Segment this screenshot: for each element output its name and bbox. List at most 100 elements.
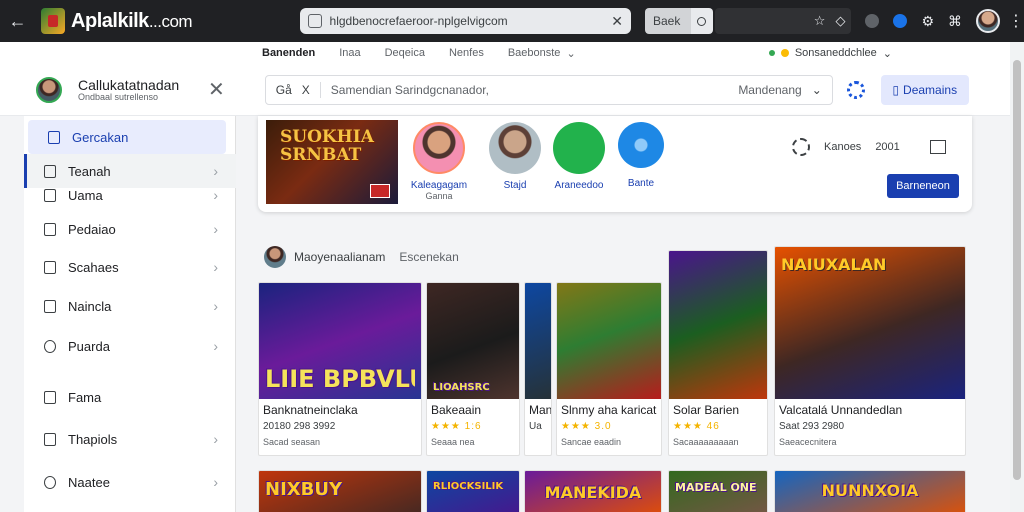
sidebar-item-6[interactable]: Naincla ›: [24, 289, 236, 323]
banner-title: SUOKHIA SRNBAT: [280, 127, 374, 165]
site-logo[interactable]: Aplalkilk...com: [41, 8, 245, 34]
section-subtitle[interactable]: Escenekan: [399, 250, 458, 264]
top-nav: Banenden Inaa Deqeica Nenfes Baebonste ⌄…: [0, 42, 1010, 64]
settings-gear-icon[interactable]: ⚙: [921, 13, 934, 30]
account-switcher[interactable]: Sonsaneddchlee ⌄: [768, 47, 892, 60]
document-icon: [44, 390, 56, 404]
app-icon: [618, 122, 664, 168]
puzzle-icon[interactable]: ⌘: [948, 13, 962, 30]
search-filter-label[interactable]: Mandenang: [738, 83, 801, 97]
game-title: Solar Barien: [673, 403, 740, 417]
profile-info: Callukatatnadan Ondbaal sutrellenso: [78, 78, 188, 102]
sidebar-item-3[interactable]: Uama ›: [24, 178, 236, 212]
game-card[interactable]: LIIE BPBVLU Banknatneinclaka 20180 298 3…: [258, 282, 422, 456]
nav-link-2[interactable]: Inaa: [339, 47, 360, 59]
game-sub: Sancae eaadin: [561, 437, 622, 447]
settings-icon[interactable]: [846, 80, 865, 99]
user-avatar[interactable]: [976, 9, 1000, 33]
search-input[interactable]: Samendian Sarindgcnanador,: [331, 83, 729, 97]
game-card[interactable]: NUNNXOIA: [774, 470, 966, 512]
banner-badge-icon: [370, 184, 390, 198]
nav-link-5[interactable]: Baebonste: [508, 47, 561, 59]
game-card[interactable]: MANEKIDA: [524, 470, 662, 512]
lock-icon: [44, 299, 56, 313]
expand-icon[interactable]: [929, 140, 946, 154]
game-card[interactable]: LIOAHSRC Bakeaain ★★★ 1:6 Seaaa nea: [426, 282, 520, 456]
game-card[interactable]: RLIOCKSILIK: [426, 470, 520, 512]
featured-action-button[interactable]: Barneneon: [887, 174, 959, 198]
sidebar-item-9[interactable]: Thapiols ›: [24, 422, 236, 456]
game-card[interactable]: Man Ua: [524, 282, 552, 456]
clear-url-icon[interactable]: ✕: [611, 13, 623, 30]
game-art: LIIE BPBVLU: [259, 283, 421, 399]
game-art: [669, 251, 767, 399]
search-bar[interactable]: Gå X Samendian Sarindgcnanador, Mandenan…: [264, 74, 833, 105]
sidebar-item-10[interactable]: Naatee ›: [24, 465, 236, 499]
search-divider: [319, 81, 321, 98]
circle-icon: [44, 475, 56, 489]
profile-name: Callukatatnadan: [78, 76, 180, 93]
more-menu-icon[interactable]: ⋮: [1008, 11, 1024, 31]
nav-link-1[interactable]: Banenden: [262, 47, 315, 59]
chevron-right-icon: ›: [213, 338, 218, 354]
game-art: NAIUXALAN: [775, 247, 965, 399]
coin-icon: [780, 49, 789, 57]
star-icon[interactable]: ☆: [814, 13, 826, 29]
toolbar-segment: Baek: [644, 8, 713, 34]
featured-app-2[interactable]: Stajd: [480, 122, 550, 191]
game-card[interactable]: Solar Barien ★★★ 46 Sacaaaaaaaaan: [668, 250, 768, 456]
address-bar[interactable]: hlgdbenocrefaeroor-nplgelvigcom ✕: [299, 8, 631, 34]
brand-name: Aplalkilk: [71, 9, 149, 32]
toolbar-extension-area: ☆ ◇: [714, 8, 852, 34]
game-art: NIXBUY: [259, 471, 421, 512]
scrollbar-thumb[interactable]: [1013, 60, 1021, 480]
game-card[interactable]: Slnmy aha karicat ★★★ 3.0 Sancae eaadin: [556, 282, 662, 456]
profile-avatar[interactable]: [36, 76, 62, 103]
section-avatar: [264, 246, 286, 268]
game-meta: Saat 293 2980: [779, 421, 845, 432]
sidebar-item-8[interactable]: Fama: [24, 380, 236, 414]
chevron-right-icon: ›: [213, 221, 218, 237]
profile-subtitle: Ondbaal sutrellenso: [78, 91, 159, 102]
featured-app-1[interactable]: Kaleagagam Ganna: [404, 122, 474, 201]
shield-icon[interactable]: ◇: [835, 13, 845, 29]
game-meta: Ua: [529, 421, 542, 432]
game-card[interactable]: NAIUXALAN Valcatalá Unnandedlan Saat 293…: [774, 246, 966, 456]
square-icon: [44, 432, 56, 446]
nav-link-3[interactable]: Deqeica: [385, 47, 425, 59]
game-title: Man: [529, 403, 552, 417]
domains-button[interactable]: ▯ Deamains: [880, 74, 969, 105]
game-card[interactable]: MADEAL ONE: [668, 470, 768, 512]
chevron-right-icon: ›: [213, 187, 218, 203]
url-text: hlgdbenocrefaeroor-nplgelvigcom: [329, 14, 508, 28]
featured-app-4[interactable]: Bante: [606, 122, 676, 189]
sidebar-item-7[interactable]: Puarda ›: [24, 329, 236, 363]
featured-stats: Kanoes 2001: [792, 138, 946, 156]
sidebar-item-1[interactable]: Gercakan: [28, 120, 226, 154]
sync-icon[interactable]: [893, 14, 908, 28]
featured-app-3[interactable]: Araneedoo: [544, 122, 614, 191]
search-clear-icon[interactable]: X: [302, 83, 310, 97]
page-scrollbar[interactable]: [1010, 42, 1024, 512]
search-lens-icon[interactable]: [690, 8, 713, 34]
game-card[interactable]: NIXBUY: [258, 470, 422, 512]
close-icon[interactable]: ✕: [208, 77, 225, 102]
featured-banner[interactable]: SUOKHIA SRNBAT: [266, 120, 398, 204]
game-title: Bakeaain: [431, 403, 482, 417]
game-meta: ★★★ 3.0: [561, 421, 612, 432]
chevron-right-icon: ›: [213, 431, 218, 447]
gear-icon[interactable]: [792, 138, 810, 156]
game-sub: Sacaaaaaaaaan: [673, 437, 739, 447]
sidebar-item-5[interactable]: Scahaes ›: [24, 250, 236, 284]
game-meta: ★★★ 1:6: [431, 421, 482, 432]
extension-icon[interactable]: [865, 14, 880, 28]
nav-link-4[interactable]: Nenfes: [449, 47, 484, 59]
nav-chevron-icon[interactable]: ⌄: [566, 47, 575, 60]
game-art: NUNNXOIA: [775, 471, 965, 512]
chevron-right-icon: ›: [213, 474, 218, 490]
segment-button[interactable]: Baek: [644, 8, 691, 34]
filter-chevron-icon[interactable]: ⌄: [812, 83, 822, 97]
game-sub: Sacad seasan: [263, 437, 321, 447]
sidebar-item-4[interactable]: Pedaiao ›: [24, 212, 236, 246]
back-arrow-icon[interactable]: ←: [0, 0, 35, 42]
